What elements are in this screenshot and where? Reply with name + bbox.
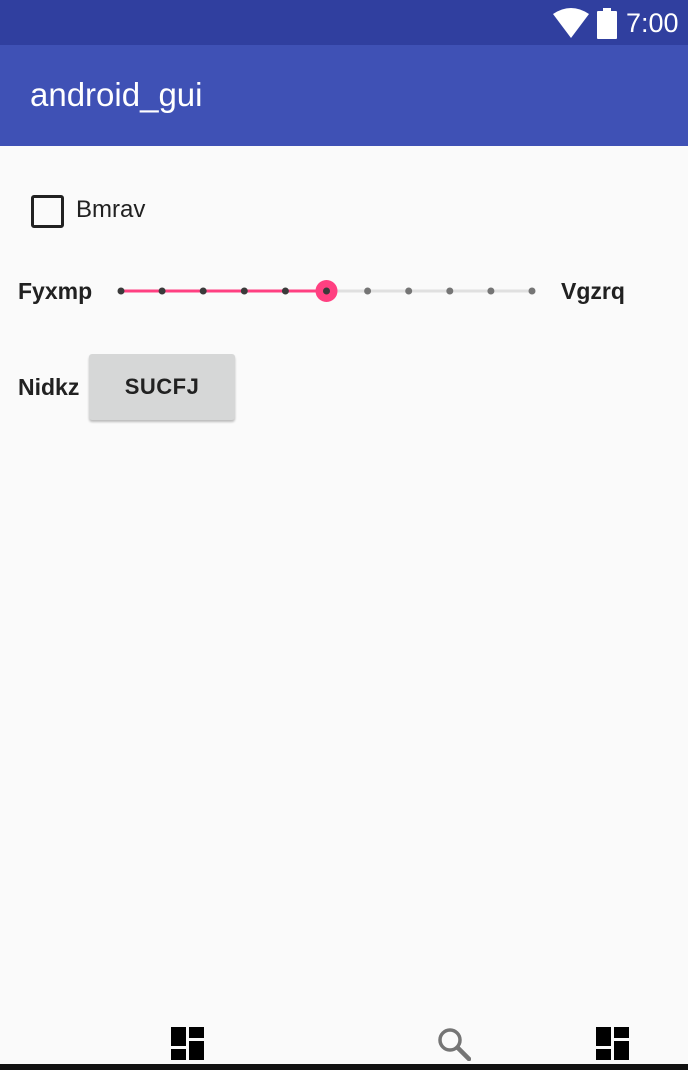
app-title: android_gui — [30, 76, 203, 113]
slider-tick — [199, 287, 207, 295]
slider-tick — [446, 287, 454, 295]
app-bar: android_gui — [0, 45, 688, 146]
button-row-label: Nidkz — [18, 374, 80, 400]
wifi-icon — [553, 8, 589, 38]
slider-tick — [158, 287, 166, 295]
discrete-slider[interactable] — [110, 276, 550, 306]
navigation-bar-edge — [0, 1064, 688, 1070]
slider-left-label: Fyxmp — [18, 278, 93, 304]
checkbox-label: Bmrav — [76, 196, 146, 223]
slider-tick — [487, 287, 495, 295]
sucfj-button[interactable]: SUCFJ — [89, 354, 235, 420]
search-icon[interactable] — [437, 1027, 471, 1061]
slider-tick — [405, 287, 413, 295]
status-time: 7:00 — [626, 8, 679, 38]
slider-tick — [528, 287, 536, 295]
slider-tick — [281, 287, 289, 295]
checkbox-box[interactable] — [31, 195, 64, 228]
slider-tick — [364, 287, 372, 295]
slider-tick — [117, 287, 125, 295]
slider-right-label: Vgzrq — [561, 278, 625, 304]
slider-tick — [240, 287, 248, 295]
battery-icon — [597, 8, 617, 39]
status-bar: 7:00 — [0, 0, 688, 45]
dashboard-icon[interactable] — [171, 1027, 204, 1060]
slider-thumb-tick — [323, 287, 330, 295]
dashboard-icon[interactable] — [596, 1027, 629, 1060]
